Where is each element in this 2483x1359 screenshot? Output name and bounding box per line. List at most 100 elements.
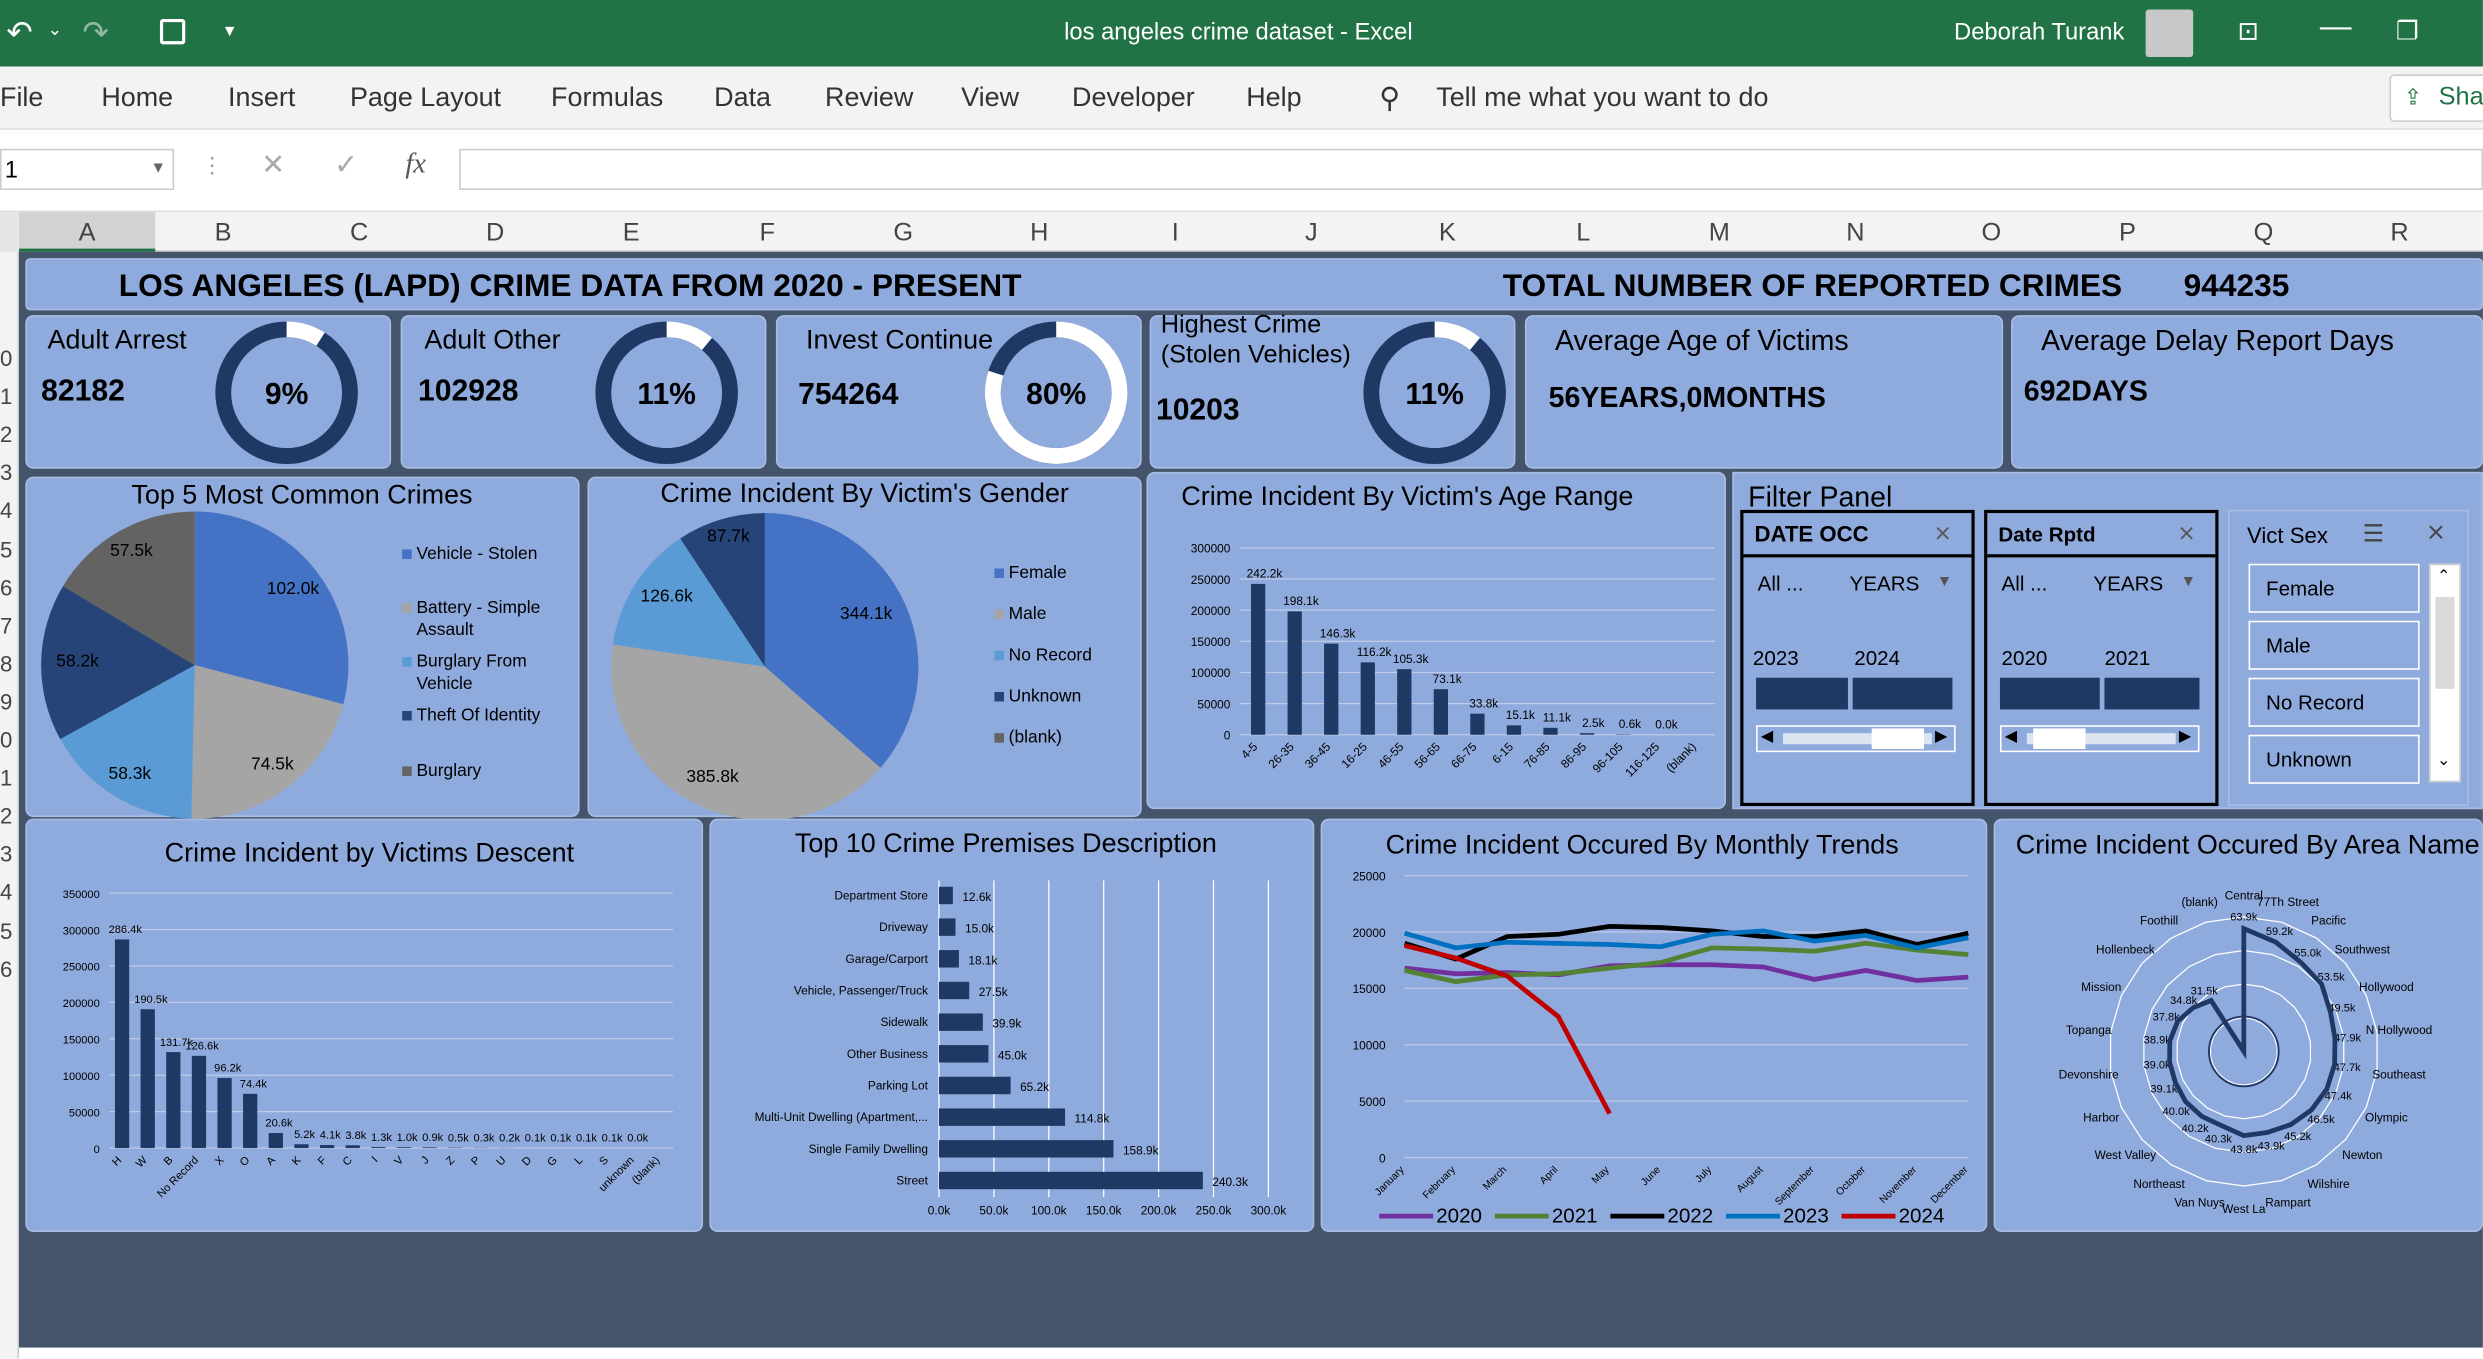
tab-file[interactable]: File <box>0 82 43 114</box>
undo-icon[interactable]: ↶ <box>6 13 33 53</box>
chevron-down-icon[interactable]: ▼ <box>1937 573 1953 590</box>
scroll-left-icon[interactable]: ◀ <box>1761 728 1773 745</box>
multi-select-icon[interactable]: ☰ <box>2363 519 2384 548</box>
minimize-icon[interactable]: — <box>2320 10 2352 46</box>
tab-help[interactable]: Help <box>1246 82 1301 114</box>
timeline-bar[interactable] <box>2000 678 2100 710</box>
name-box[interactable]: 1 ▼ <box>0 149 174 190</box>
slicer-scrollbar[interactable]: ⌃ ⌄ <box>2429 564 2461 783</box>
row-header[interactable]: 0 <box>0 727 12 752</box>
column-header-r[interactable]: R <box>2331 220 2467 249</box>
row-header[interactable]: 1 <box>0 383 12 408</box>
timeline-period-select[interactable]: YEARS <box>1850 572 1920 596</box>
row-header[interactable]: 9 <box>0 689 12 714</box>
scroll-left-icon[interactable]: ◀ <box>2005 728 2017 745</box>
row-header[interactable]: 2 <box>0 803 12 828</box>
scroll-right-icon[interactable]: ▶ <box>1935 728 1947 745</box>
timeline-scrollbar[interactable]: ◀ ▶ <box>1756 725 1956 752</box>
column-header-k[interactable]: K <box>1379 220 1515 249</box>
row-header[interactable]: 0 <box>0 345 12 370</box>
customize-toolbar-icon[interactable]: ▾ <box>225 19 235 41</box>
tab-home[interactable]: Home <box>101 82 173 114</box>
legend-swatch <box>994 651 1004 661</box>
chevron-down-icon[interactable]: ▼ <box>150 160 166 177</box>
bar <box>371 1147 385 1148</box>
user-name[interactable]: Deborah Turank <box>1954 19 2124 46</box>
dashboard-canvas: LOS ANGELES (LAPD) CRIME DATA FROM 2020 … <box>19 252 2483 1348</box>
share-button[interactable]: ⇪ Sha <box>2390 74 2483 122</box>
timeline-date-occ[interactable]: DATE OCC ⨯ All ... YEARS ▼ 2023 2024 ◀ ▶ <box>1740 510 1974 806</box>
undo-dropdown-icon[interactable]: ⌄ <box>48 19 63 40</box>
column-header-h[interactable]: H <box>971 220 1107 249</box>
column-header-l[interactable]: L <box>1515 220 1651 249</box>
slicer-vict-sex[interactable]: Vict Sex ☰ ⨯ Female Male No Record Unkno… <box>2228 510 2469 806</box>
column-header-o[interactable]: O <box>1923 220 2059 249</box>
tab-view[interactable]: View <box>961 82 1019 114</box>
column-header-a[interactable]: A <box>19 212 155 252</box>
row-header[interactable]: 5 <box>0 536 12 561</box>
scroll-right-icon[interactable]: ▶ <box>2179 728 2191 745</box>
timeline-bar[interactable] <box>1756 678 1848 710</box>
tell-me-search[interactable]: Tell me what you want to do <box>1436 82 1768 114</box>
ribbon-display-icon[interactable]: ⊡ <box>2237 16 2258 48</box>
tab-formulas[interactable]: Formulas <box>551 82 663 114</box>
column-header-m[interactable]: M <box>1651 220 1787 249</box>
clear-filter-icon[interactable]: ⨯ <box>2426 518 2446 547</box>
formula-input[interactable] <box>459 149 2483 190</box>
avatar[interactable] <box>2146 10 2194 58</box>
scroll-up-icon[interactable]: ⌃ <box>2437 568 2450 585</box>
slicer-item-female[interactable]: Female <box>2249 564 2420 613</box>
scroll-down-icon[interactable]: ⌄ <box>2437 752 2450 769</box>
timeline-scrollbar[interactable]: ◀ ▶ <box>2000 725 2200 752</box>
column-header-b[interactable]: B <box>155 220 291 249</box>
column-header-i[interactable]: I <box>1107 220 1243 249</box>
row-header[interactable]: 6 <box>0 956 12 981</box>
row-header[interactable]: 6 <box>0 574 12 599</box>
x-tick-label: 300.0k <box>1251 1204 1287 1218</box>
column-header-n[interactable]: N <box>1787 220 1923 249</box>
row-header[interactable]: 5 <box>0 918 12 943</box>
column-header-c[interactable]: C <box>291 220 427 249</box>
tab-insert[interactable]: Insert <box>228 82 295 114</box>
timeline-bar[interactable] <box>2104 678 2199 710</box>
clear-filter-icon[interactable]: ⨯ <box>1933 519 1952 546</box>
timeline-date-rptd[interactable]: Date Rptd ⨯ All ... YEARS ▼ 2020 2021 ◀ … <box>1984 510 2218 806</box>
save-icon[interactable] <box>160 19 185 44</box>
column-header-f[interactable]: F <box>699 220 835 249</box>
redo-icon[interactable]: ↷ <box>82 13 109 53</box>
restore-icon[interactable]: ❐ <box>2396 16 2419 48</box>
row-header[interactable]: 4 <box>0 498 12 523</box>
cancel-icon[interactable]: ✕ <box>261 149 285 182</box>
tab-review[interactable]: Review <box>825 82 913 114</box>
select-all-corner[interactable] <box>0 212 19 252</box>
pie-data-label: 344.1k <box>840 603 893 623</box>
row-header[interactable]: 8 <box>0 650 12 675</box>
column-header-e[interactable]: E <box>563 220 699 249</box>
column-header-g[interactable]: G <box>835 220 971 249</box>
row-header[interactable]: 3 <box>0 460 12 485</box>
column-header-d[interactable]: D <box>427 220 563 249</box>
row-header[interactable]: 3 <box>0 841 12 866</box>
bar <box>939 1045 988 1062</box>
x-tick-label: (blank) <box>1663 740 1699 776</box>
row-header[interactable]: 7 <box>0 612 12 637</box>
slicer-item-unknown[interactable]: Unknown <box>2249 735 2420 784</box>
slicer-item-no-record[interactable]: No Record <box>2249 678 2420 727</box>
enter-icon[interactable]: ✓ <box>334 149 358 182</box>
row-header[interactable]: 1 <box>0 765 12 790</box>
timeline-period-select[interactable]: YEARS <box>2093 572 2163 596</box>
tab-page-layout[interactable]: Page Layout <box>350 82 501 114</box>
row-header[interactable]: 4 <box>0 879 12 904</box>
chevron-down-icon[interactable]: ▼ <box>2180 573 2196 590</box>
tab-developer[interactable]: Developer <box>1072 82 1195 114</box>
slicer-item-male[interactable]: Male <box>2249 621 2420 670</box>
data-label: 5.2k <box>294 1129 315 1141</box>
insert-function-icon[interactable]: fx <box>405 147 426 180</box>
tab-data[interactable]: Data <box>714 82 771 114</box>
column-header-p[interactable]: P <box>2059 220 2195 249</box>
timeline-bar[interactable] <box>1853 678 1953 710</box>
column-header-q[interactable]: Q <box>2195 220 2331 249</box>
row-header[interactable]: 2 <box>0 422 12 447</box>
clear-filter-icon[interactable]: ⨯ <box>2177 519 2196 546</box>
column-header-j[interactable]: J <box>1243 220 1379 249</box>
